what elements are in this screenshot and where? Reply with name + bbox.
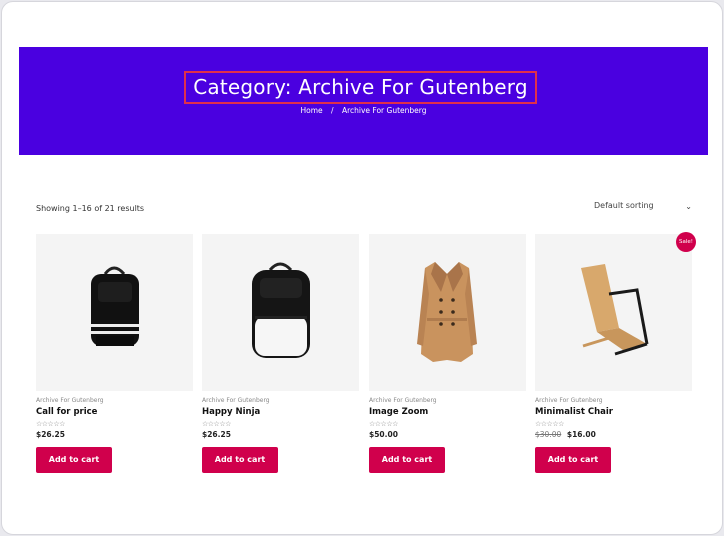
add-to-cart-button[interactable]: Add to cart <box>369 447 445 473</box>
coat-icon <box>417 262 477 362</box>
sorting-value: Default sorting <box>594 201 654 210</box>
product-price: $30.00 $16.00 <box>535 430 692 439</box>
sale-badge: Sale! <box>676 232 696 252</box>
add-to-cart-button[interactable]: Add to cart <box>36 447 112 473</box>
breadcrumb-current: Archive For Gutenberg <box>341 106 427 115</box>
add-to-cart-button[interactable]: Add to cart <box>535 447 611 473</box>
product-category[interactable]: Archive For Gutenberg <box>535 397 692 404</box>
product-name[interactable]: Minimalist Chair <box>535 407 692 417</box>
product-price: $26.25 <box>36 430 193 439</box>
product-image-backpack-stripes[interactable] <box>36 234 193 391</box>
chair-icon <box>581 264 649 356</box>
product-price: $26.25 <box>202 430 359 439</box>
backpack-icon <box>91 266 139 346</box>
product-name[interactable]: Image Zoom <box>369 407 526 417</box>
breadcrumb-separator: / <box>331 106 334 115</box>
breadcrumb: Home / Archive For Gutenberg <box>19 106 708 115</box>
product-image-chair[interactable]: Sale! <box>535 232 696 391</box>
product-category[interactable]: Archive For Gutenberg <box>369 397 526 404</box>
breadcrumb-home-link[interactable]: Home <box>301 106 323 115</box>
rating-stars: ☆☆☆☆☆ <box>369 421 398 428</box>
current-price: $26.25 <box>202 430 231 439</box>
rating-stars: ☆☆☆☆☆ <box>535 421 564 428</box>
product-name[interactable]: Call for price <box>36 407 193 417</box>
backpack-icon <box>252 262 310 358</box>
current-price: $26.25 <box>36 430 65 439</box>
product-card: Archive For Gutenberg Happy Ninja ☆☆☆☆☆ … <box>202 234 359 473</box>
product-card: Archive For Gutenberg Call for price ☆☆☆… <box>36 234 193 473</box>
page-frame: Category: Archive For Gutenberg Home / A… <box>1 1 723 535</box>
product-category[interactable]: Archive For Gutenberg <box>202 397 359 404</box>
add-to-cart-button[interactable]: Add to cart <box>202 447 278 473</box>
category-hero: Category: Archive For Gutenberg Home / A… <box>19 47 708 155</box>
current-price: $50.00 <box>369 430 398 439</box>
current-price: $16.00 <box>566 430 596 439</box>
rating-stars: ☆☆☆☆☆ <box>36 421 65 428</box>
product-price: $50.00 <box>369 430 526 439</box>
product-image-backpack-white[interactable] <box>202 234 359 391</box>
page-title: Category: Archive For Gutenberg <box>184 71 537 104</box>
product-card: Archive For Gutenberg Image Zoom ☆☆☆☆☆ $… <box>369 234 526 473</box>
result-count: Showing 1–16 of 21 results <box>36 204 145 213</box>
rating-stars: ☆☆☆☆☆ <box>202 421 231 428</box>
product-image-coat[interactable] <box>369 234 526 391</box>
chevron-down-icon: ⌄ <box>685 202 692 211</box>
product-name[interactable]: Happy Ninja <box>202 407 359 417</box>
product-category[interactable]: Archive For Gutenberg <box>36 397 193 404</box>
sorting-select[interactable]: Default sorting ⌄ <box>594 201 692 213</box>
product-card: Sale! Archive For Gutenberg Minimalist C… <box>535 232 696 473</box>
old-price: $30.00 <box>535 430 562 439</box>
